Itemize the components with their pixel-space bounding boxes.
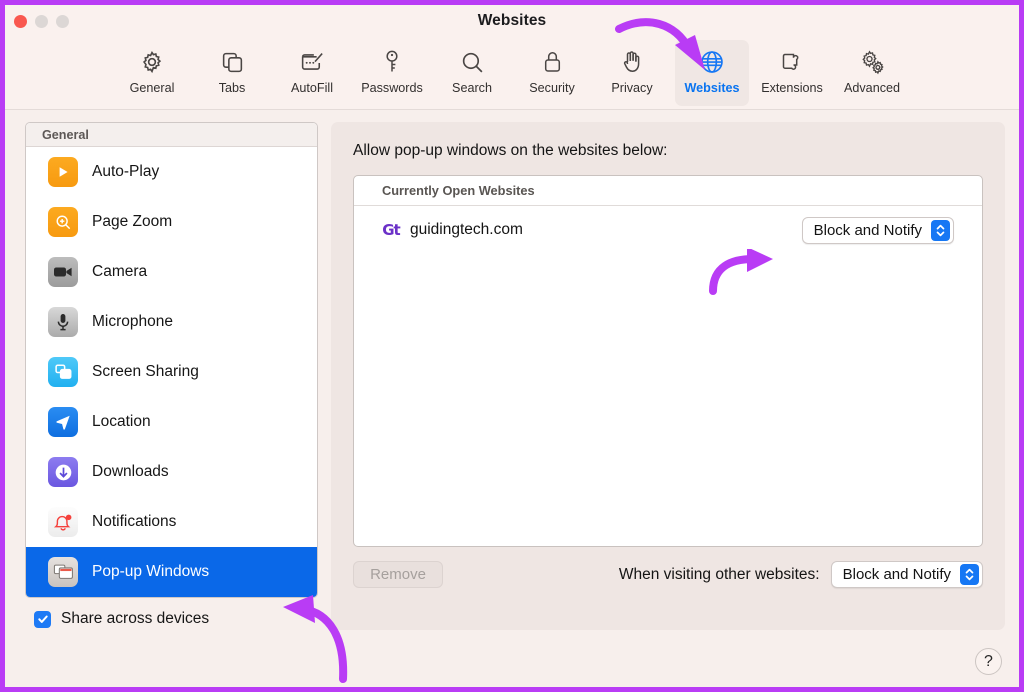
- key-icon: [377, 47, 407, 77]
- globe-icon: [697, 47, 727, 77]
- toolbar-label: AutoFill: [291, 81, 333, 95]
- site-favicon-icon: Gt: [382, 221, 400, 239]
- toolbar-item-passwords[interactable]: Passwords: [355, 40, 429, 106]
- toolbar-label: Security: [529, 81, 575, 95]
- default-permission-group: When visiting other websites: Block and …: [619, 561, 983, 588]
- share-across-devices-row[interactable]: Share across devices: [25, 610, 318, 628]
- toolbar-label: Privacy: [611, 81, 653, 95]
- toolbar-label: Extensions: [761, 81, 823, 95]
- sidebar-item-label: Notifications: [92, 513, 177, 530]
- toolbar-label: General: [129, 81, 175, 95]
- site-permission-value: Block and Notify: [813, 221, 922, 239]
- site-permission-dropdown[interactable]: Block and Notify: [801, 216, 954, 244]
- tabs-icon: [217, 47, 247, 77]
- gears-icon: [857, 47, 887, 77]
- toolbar-item-search[interactable]: Search: [435, 40, 509, 106]
- websites-table: Currently Open Websites Gt guidingtech.c…: [353, 175, 983, 547]
- bell-icon: [48, 507, 78, 537]
- puzzle-icon: [777, 47, 807, 77]
- site-name-label: guidingtech.com: [410, 221, 523, 238]
- hand-icon: [617, 47, 647, 77]
- toolbar-item-general[interactable]: General: [115, 40, 189, 106]
- toolbar-item-websites[interactable]: Websites: [675, 40, 749, 106]
- chevron-up-down-icon: [931, 219, 950, 241]
- sidebar-item-downloads[interactable]: Downloads: [26, 447, 317, 497]
- toolbar-item-security[interactable]: Security: [515, 40, 589, 106]
- camera-icon: [48, 257, 78, 287]
- table-section-header: Currently Open Websites: [354, 176, 982, 206]
- search-icon: [457, 47, 487, 77]
- autofill-icon: [297, 47, 327, 77]
- chevron-up-down-icon: [960, 564, 979, 585]
- sidebar-item-microphone[interactable]: Microphone: [26, 297, 317, 347]
- main-region: Allow pop-up windows on the websites bel…: [318, 110, 1019, 687]
- sidebar-item-page-zoom[interactable]: Page Zoom: [26, 197, 317, 247]
- popup-windows-icon: [48, 557, 78, 587]
- default-permission-label: When visiting other websites:: [618, 565, 820, 583]
- sidebar-item-label: Page Zoom: [92, 213, 173, 230]
- share-across-devices-label: Share across devices: [61, 610, 210, 627]
- preferences-window: Websites General Tabs AutoFill Passwords…: [0, 0, 1024, 692]
- toolbar-label: Tabs: [218, 81, 246, 95]
- sidebar-item-camera[interactable]: Camera: [26, 247, 317, 297]
- toolbar-item-advanced[interactable]: Advanced: [835, 40, 909, 106]
- play-icon: [48, 157, 78, 187]
- default-permission-value: Block and Notify: [842, 566, 951, 583]
- toolbar-label: Search: [452, 81, 492, 95]
- sidebar-item-location[interactable]: Location: [26, 397, 317, 447]
- sidebar-item-notifications[interactable]: Notifications: [26, 497, 317, 547]
- remove-button[interactable]: Remove: [353, 561, 443, 588]
- toolbar-item-extensions[interactable]: Extensions: [755, 40, 829, 106]
- zoom-in-icon: [48, 207, 78, 237]
- table-row[interactable]: Gt guidingtech.com Block and Notify: [354, 206, 982, 254]
- panel-footer: Remove When visiting other websites: Blo…: [353, 561, 983, 588]
- toolbar-label: Passwords: [361, 81, 423, 95]
- microphone-icon: [48, 307, 78, 337]
- preferences-body: General Auto-Play Page Zoom Camera Micro…: [5, 110, 1019, 687]
- gear-icon: [137, 47, 167, 77]
- websites-category-list: General Auto-Play Page Zoom Camera Micro…: [25, 122, 318, 598]
- download-icon: [48, 457, 78, 487]
- toolbar-item-tabs[interactable]: Tabs: [195, 40, 269, 106]
- share-across-devices-checkbox[interactable]: [34, 610, 51, 628]
- sidebar-item-label: Pop-up Windows: [92, 563, 210, 580]
- sidebar-item-label: Screen Sharing: [92, 363, 199, 380]
- window-titlebar: Websites: [5, 5, 1019, 38]
- toolbar-label: Websites: [684, 81, 740, 95]
- lock-icon: [537, 47, 567, 77]
- sidebar-item-pop-up-windows[interactable]: Pop-up Windows: [26, 547, 317, 597]
- preferences-toolbar: General Tabs AutoFill Passwords Search S…: [5, 38, 1019, 110]
- sidebar-item-auto-play[interactable]: Auto-Play: [26, 147, 317, 197]
- sidebar-item-label: Downloads: [92, 463, 169, 480]
- sidebar-item-label: Location: [92, 413, 151, 430]
- help-button[interactable]: ?: [975, 648, 1002, 675]
- table-row-site: Gt guidingtech.com: [382, 221, 802, 239]
- sidebar-region: General Auto-Play Page Zoom Camera Micro…: [5, 110, 318, 687]
- sidebar-item-label: Auto-Play: [92, 163, 160, 180]
- screen-share-icon: [48, 357, 78, 387]
- sidebar-section-header: General: [26, 123, 317, 147]
- default-permission-dropdown[interactable]: Block and Notify: [830, 561, 983, 588]
- toolbar-item-autofill[interactable]: AutoFill: [275, 40, 349, 106]
- toolbar-item-privacy[interactable]: Privacy: [595, 40, 669, 106]
- sidebar-items: Auto-Play Page Zoom Camera Microphone Sc…: [26, 147, 317, 597]
- sidebar-item-screen-sharing[interactable]: Screen Sharing: [26, 347, 317, 397]
- window-title: Websites: [477, 12, 547, 29]
- location-arrow-icon: [48, 407, 78, 437]
- toolbar-label: Advanced: [843, 81, 900, 95]
- sidebar-item-label: Camera: [92, 263, 148, 280]
- popup-windows-panel: Allow pop-up windows on the websites bel…: [331, 122, 1005, 630]
- panel-title: Allow pop-up windows on the websites bel…: [353, 142, 668, 159]
- sidebar-item-label: Microphone: [92, 313, 173, 330]
